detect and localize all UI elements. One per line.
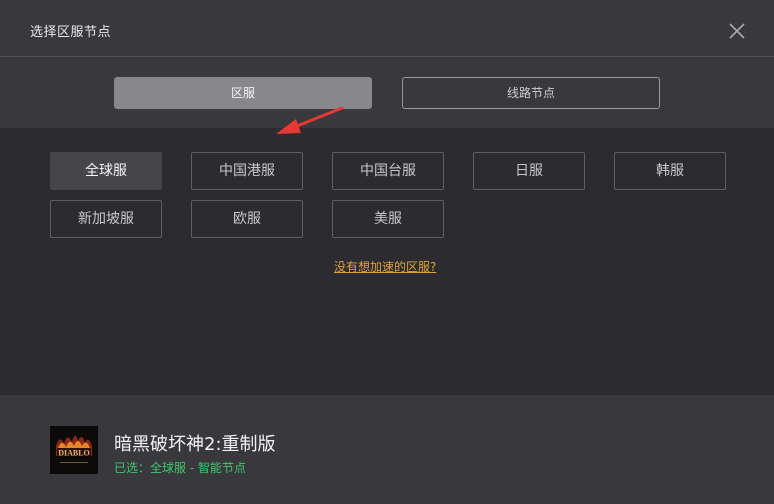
region-us-button[interactable]: 美服 — [332, 200, 444, 238]
game-title: 暗黑破坏神2:重制版 — [114, 434, 276, 455]
selected-node-status: 已选：全球服 - 智能节点 — [114, 461, 246, 475]
dialog-title: 选择区服节点 — [30, 25, 112, 40]
region-global-button[interactable]: 全球服 — [50, 152, 162, 190]
missing-region-link[interactable]: 没有想加速的区服? — [334, 258, 442, 275]
game-logo-icon: DIABLO — [50, 426, 98, 474]
region-japan-button[interactable]: 日服 — [473, 152, 585, 190]
region-hongkong-button[interactable]: 中国港服 — [191, 152, 303, 190]
svg-text:DIABLO: DIABLO — [58, 449, 90, 458]
close-button[interactable] — [724, 18, 750, 44]
dialog-header — [0, 0, 774, 57]
annotation-arrow-icon — [276, 106, 344, 134]
tab-route-node[interactable]: 线路节点 — [402, 77, 660, 109]
region-korea-button[interactable]: 韩服 — [614, 152, 726, 190]
close-icon — [729, 23, 745, 39]
region-europe-button[interactable]: 欧服 — [191, 200, 303, 238]
region-taiwan-button[interactable]: 中国台服 — [332, 152, 444, 190]
region-singapore-button[interactable]: 新加坡服 — [50, 200, 162, 238]
